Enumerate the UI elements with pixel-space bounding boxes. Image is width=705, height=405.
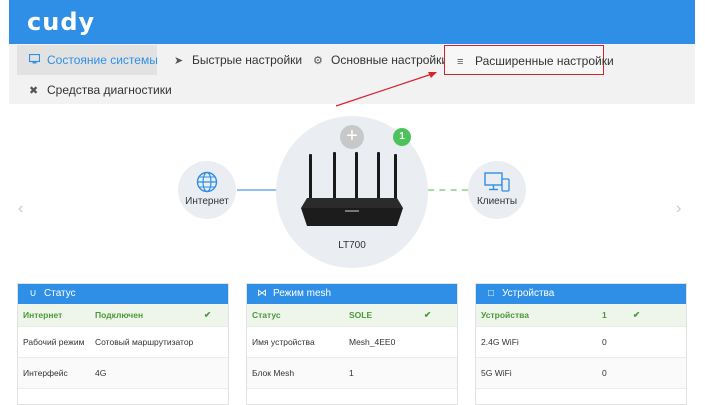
table-row: Устройства 1 ✔ [476, 304, 686, 327]
check-icon: ✔ [424, 309, 432, 320]
cell-value: Сотовый маршрутизатор [95, 337, 194, 347]
main-nav: Состояние системы ➤ Быстрые настройки ⚙ Ос… [9, 44, 695, 104]
cell-label: Рабочий режим [23, 337, 85, 347]
chevron-left-icon[interactable]: ‹ [18, 200, 23, 218]
add-mesh-button[interactable]: + [340, 125, 364, 149]
cell-value: Подключен [95, 310, 144, 320]
check-icon: ✔ [204, 309, 212, 320]
rocket-icon: ➤ [174, 55, 184, 67]
tab-basic-settings[interactable]: ⚙ Основные настройки [301, 45, 460, 75]
cell-value: 0 [602, 368, 607, 378]
status-card-header[interactable]: ∪ Статус [18, 284, 228, 304]
router-name: LT700 [338, 240, 366, 251]
clients-link-line [428, 189, 468, 191]
table-row: Имя устройства Mesh_4EE0 [247, 327, 457, 358]
cell-value: 1 [349, 368, 354, 378]
gear-icon: ⚙ [313, 55, 323, 67]
cell-value: 0 [602, 337, 607, 347]
tab-label: Состояние системы [47, 53, 158, 67]
top-header: cudy [9, 0, 695, 44]
table-row: Интерфейс 4G [18, 358, 228, 389]
clients-node[interactable]: Клиенты [468, 161, 526, 219]
tab-system-status[interactable]: Состояние системы [17, 45, 158, 76]
tab-advanced-settings[interactable]: ≡ Расширенные настройки [444, 45, 614, 75]
cell-label: Блок Mesh [252, 368, 295, 378]
cell-value: Mesh_4EE0 [349, 337, 396, 347]
mesh-icon: ⋈ [257, 288, 267, 299]
table-row: 2.4G WiFi 0 [476, 327, 686, 358]
globe-icon [196, 171, 218, 193]
status-card-title: Статус [44, 288, 76, 299]
devices-card: □ Устройства Устройства 1 ✔ 2.4G WiFi 0 5… [475, 283, 687, 405]
status-card: ∪ Статус Интернет Подключен ✔ Рабочий реж… [17, 283, 229, 405]
cell-label: 2.4G WiFi [481, 337, 519, 347]
mesh-count-badge: 1 [393, 128, 411, 146]
table-row: Блок Mesh 1 [247, 358, 457, 389]
internet-link-line [237, 189, 277, 191]
monitor-icon: □ [487, 288, 495, 299]
tab-quick-setup[interactable]: ➤ Быстрые настройки [162, 45, 314, 75]
router-image [301, 152, 403, 226]
internet-label: Интернет [185, 196, 229, 207]
clients-label: Клиенты [476, 196, 518, 207]
devices-card-title: Устройства [502, 288, 555, 299]
cell-value: SOLE [349, 310, 373, 320]
check-icon: ✔ [633, 309, 641, 320]
devices-icon [484, 172, 510, 192]
cell-label: Устройства [481, 310, 529, 320]
cell-value: 4G [95, 368, 107, 378]
tools-icon: ✖ [29, 85, 39, 97]
cell-label: Интернет [23, 310, 63, 320]
mesh-card-title: Режим mesh [273, 288, 332, 299]
table-row: Статус SOLE ✔ [247, 304, 457, 327]
sliders-icon: ≡ [457, 56, 464, 68]
mesh-card-header[interactable]: ⋈ Режим mesh [247, 284, 457, 304]
mesh-card: ⋈ Режим mesh Статус SOLE ✔ Имя устройства… [246, 283, 458, 405]
status-icon: ∪ [29, 288, 37, 299]
cell-label: Имя устройства [252, 337, 315, 347]
table-row: Интернет Подключен ✔ [18, 304, 228, 327]
tab-diagnostics[interactable]: ✖ Средства диагностики [17, 75, 184, 105]
devices-card-header[interactable]: □ Устройства [476, 284, 686, 304]
tab-label: Основные настройки [331, 53, 449, 67]
table-row: Рабочий режим Сотовый маршрутизатор [18, 327, 228, 358]
tab-label: Средства диагностики [47, 83, 172, 97]
internet-node[interactable]: Интернет [178, 161, 236, 219]
cudy-logo[interactable]: cudy [27, 8, 95, 36]
tab-label: Быстрые настройки [192, 53, 303, 67]
cell-label: Статус [252, 310, 281, 320]
cell-label: Интерфейс [23, 368, 68, 378]
table-row: 5G WiFi 0 [476, 358, 686, 389]
tab-label: Расширенные настройки [475, 54, 614, 68]
cell-value: 1 [602, 310, 607, 320]
monitor-icon [28, 46, 43, 76]
cell-label: 5G WiFi [481, 368, 512, 378]
chevron-right-icon[interactable]: › [676, 200, 681, 218]
